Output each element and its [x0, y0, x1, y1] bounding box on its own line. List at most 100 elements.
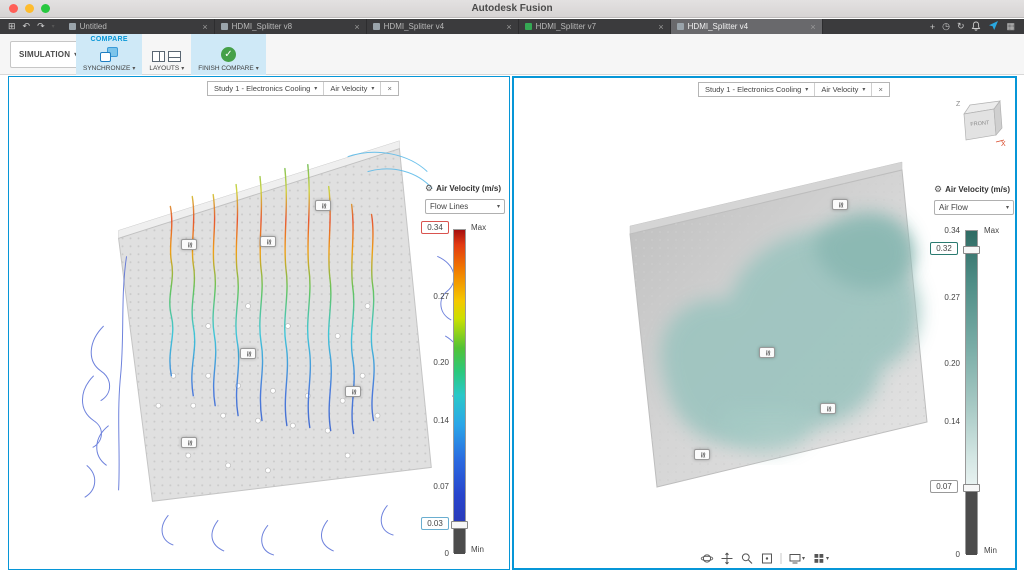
viewport-right[interactable]: ≋ ≋ ≋ ≋ Study 1 - Electronics Cooling ▾ …	[512, 76, 1017, 570]
study-select[interactable]: Study 1 - Electronics Cooling ▾	[208, 82, 324, 95]
navbar-divider	[780, 553, 781, 564]
upper-value-box[interactable]: 0.32	[930, 242, 958, 255]
tab-close-icon[interactable]: ×	[506, 22, 511, 32]
tick-label: 0.07	[413, 482, 449, 491]
orbit-icon[interactable]	[698, 552, 715, 565]
legend-colorbar[interactable]	[453, 229, 466, 553]
document-tabs: Untitled × HDMI_Splitter v8 × HDMI_Split…	[63, 19, 921, 34]
max-label: Max	[471, 223, 486, 232]
compare-workspace: ≋ ≋ ≋ ≋ ≋ ≋ Study 1 - Electronics Coolin…	[0, 75, 1024, 576]
close-window-button[interactable]	[9, 4, 18, 13]
legend-colorbar[interactable]	[965, 230, 978, 554]
zero-label: 0	[413, 549, 449, 558]
pan-icon[interactable]	[718, 552, 735, 565]
heat-source-badge[interactable]: ≋	[260, 236, 276, 247]
chevron-down-icon: ▾	[1006, 204, 1009, 211]
heat-source-badge[interactable]: ≋	[820, 403, 836, 414]
tick-label: 0.20	[922, 359, 960, 368]
notifications-icon[interactable]	[971, 21, 981, 33]
grid-settings-icon[interactable]: ▾	[810, 552, 831, 565]
min-label: Min	[984, 546, 997, 555]
zoom-icon[interactable]	[738, 552, 755, 565]
viewcube-z-label: Z	[956, 101, 961, 108]
heat-source-badge[interactable]: ≋	[694, 449, 710, 460]
threshold-value-box[interactable]: 0.07	[930, 480, 958, 493]
chevron-down-icon: ▾	[497, 203, 500, 210]
study-select[interactable]: Study 1 - Electronics Cooling ▾	[699, 83, 815, 96]
display-mode-select[interactable]: Flow Lines ▾	[425, 199, 505, 214]
job-status-plane-icon[interactable]	[988, 20, 999, 33]
tab-close-icon[interactable]: ×	[658, 22, 663, 32]
min-label: Min	[471, 545, 484, 554]
result-select[interactable]: Air Velocity ▾	[815, 83, 872, 96]
chevron-down-icon: ▾	[371, 85, 374, 92]
window-titlebar: Autodesk Fusion	[0, 0, 1024, 18]
history-clock-icon[interactable]: ◷	[942, 21, 950, 32]
document-icon	[69, 23, 76, 30]
tab-hdmi-splitter-v8[interactable]: HDMI_Splitter v8 ×	[215, 19, 367, 34]
display-settings-icon[interactable]: ▾	[786, 552, 807, 565]
finish-check-icon: ✓	[221, 47, 236, 62]
max-label: Max	[984, 226, 999, 235]
tab-close-icon[interactable]: ×	[810, 22, 815, 32]
legend-title: Air Velocity (m/s)	[945, 185, 1010, 194]
tab-hdmi-splitter-v4[interactable]: HDMI_Splitter v4 ×	[367, 19, 519, 34]
tab-untitled[interactable]: Untitled ×	[63, 19, 215, 34]
threshold-slider-handle[interactable]	[451, 521, 468, 529]
layouts-button[interactable]: LAYOUTS▾	[142, 34, 191, 75]
legend-settings-gear-icon[interactable]: ⚙	[934, 184, 942, 195]
heat-source-badge[interactable]: ≋	[181, 239, 197, 250]
view-cube[interactable]: FRONT Z X	[952, 94, 1008, 150]
window-controls	[9, 4, 50, 13]
heat-source-badge[interactable]: ≋	[345, 386, 361, 397]
legend-settings-gear-icon[interactable]: ⚙	[425, 183, 433, 194]
viewcube-x-label: X	[1001, 141, 1006, 148]
refresh-icon[interactable]: ↻	[957, 21, 965, 32]
tab-hdmi-splitter-v4-active[interactable]: HDMI_Splitter v4 ×	[671, 19, 823, 34]
minimize-window-button[interactable]	[25, 4, 34, 13]
document-tab-bar: ⊞ ↶ ↷ ▾ Untitled × HDMI_Splitter v8 × HD…	[0, 19, 1024, 34]
colorbar-gradient	[966, 231, 977, 488]
viewport-close-icon[interactable]: ×	[381, 82, 397, 95]
viewport-header-left: Study 1 - Electronics Cooling ▾ Air Velo…	[207, 81, 399, 96]
apps-grid-icon[interactable]: ⊞	[8, 21, 16, 32]
display-mode-select[interactable]: Air Flow ▾	[934, 200, 1014, 215]
viewport-close-icon[interactable]: ×	[872, 83, 888, 96]
viewport-left[interactable]: ≋ ≋ ≋ ≋ ≋ ≋ Study 1 - Electronics Coolin…	[8, 76, 510, 570]
new-tab-icon[interactable]: +	[930, 22, 935, 32]
redo-icon[interactable]: ↷	[37, 21, 45, 32]
heat-source-badge[interactable]: ≋	[315, 200, 331, 211]
redo-chevron-down-icon[interactable]: ▾	[52, 23, 55, 30]
compare-panel-label: COMPARE	[76, 36, 142, 43]
document-icon	[221, 23, 228, 30]
chevron-down-icon: ▾	[256, 65, 259, 72]
heat-source-badge[interactable]: ≋	[181, 437, 197, 448]
threshold-slider-handle[interactable]	[963, 484, 980, 492]
heat-source-badge[interactable]: ≋	[832, 199, 848, 210]
chevron-down-icon: ▾	[805, 86, 808, 93]
finish-compare-button[interactable]: ✓ FINISH COMPARE▾	[191, 34, 266, 75]
max-value-box[interactable]: 0.34	[421, 221, 449, 234]
heat-source-badge[interactable]: ≋	[759, 347, 775, 358]
window-title: Autodesk Fusion	[471, 3, 552, 14]
colorbar-below-threshold	[454, 525, 465, 554]
tab-close-icon[interactable]: ×	[354, 22, 359, 32]
chevron-down-icon: ▾	[132, 65, 135, 72]
layout-grid-icon[interactable]: ▦	[1006, 21, 1015, 32]
fit-view-icon[interactable]	[758, 552, 775, 565]
compare-panel: COMPARE SYNCHRONIZE▾ LAYOUTS▾ ✓ FINISH C…	[76, 34, 266, 75]
undo-icon[interactable]: ↶	[23, 21, 31, 32]
legend-header: ⚙ Air Velocity (m/s)	[934, 184, 1017, 195]
heat-source-badge[interactable]: ≋	[240, 348, 256, 359]
viewport-header-right: Study 1 - Electronics Cooling ▾ Air Velo…	[698, 82, 890, 97]
upper-slider-handle[interactable]	[963, 246, 980, 254]
chevron-down-icon: ▾	[862, 86, 865, 93]
tab-close-icon[interactable]: ×	[202, 22, 207, 32]
result-select[interactable]: Air Velocity ▾	[324, 82, 381, 95]
workspace-selector[interactable]: SIMULATION ▾	[10, 41, 86, 68]
synchronize-button[interactable]: COMPARE SYNCHRONIZE▾	[76, 34, 142, 75]
legend-header: ⚙ Air Velocity (m/s)	[425, 183, 510, 194]
maximize-window-button[interactable]	[41, 4, 50, 13]
tab-hdmi-splitter-v7[interactable]: HDMI_Splitter v7 ×	[519, 19, 671, 34]
threshold-value-box[interactable]: 0.03	[421, 517, 449, 530]
